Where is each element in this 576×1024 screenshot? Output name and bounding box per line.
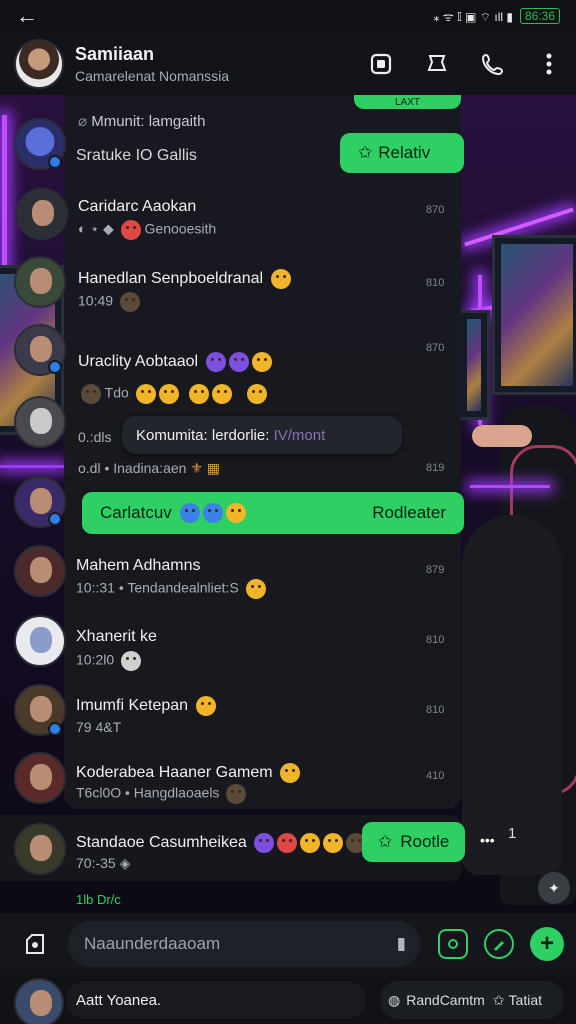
chat-title: Uraclity Aobtaaol xyxy=(78,352,272,372)
chat-subtitle: 70:-35 ◈ xyxy=(76,855,131,871)
status-icons: ⁎ ᯤ 𝕀 ▣ ⌔ ıll ▮ xyxy=(433,9,513,24)
relative-button[interactable]: ✩ Relativ xyxy=(340,133,464,173)
chat-title: Koderabea Haaner Gamem xyxy=(76,763,301,783)
message-input[interactable]: Naaunderdaaoam ▮ xyxy=(68,921,420,967)
chat-time: 810 xyxy=(426,704,445,716)
avatar[interactable] xyxy=(14,978,64,1024)
avatar[interactable] xyxy=(14,38,64,89)
mic-icon[interactable]: ▮ xyxy=(397,934,406,954)
pin-icon: ✩ xyxy=(358,143,373,162)
add-button[interactable]: + xyxy=(530,927,564,961)
bottom-bar: Aatt Yoanea. ◍ RandCamtm ✩ Tatiat xyxy=(0,975,576,1024)
chat-subtitle: o.dl • Inadina:aen ⚜ ▦ xyxy=(78,460,220,476)
contact-name[interactable]: Samiiaan xyxy=(75,44,229,65)
chat-title: Standaoe Casumheikea xyxy=(76,833,367,853)
avatar xyxy=(16,188,68,240)
chat-title: Hanedlan Senpboeldranal xyxy=(78,269,291,289)
list-item[interactable]: Koderabea Haaner Gamem T6cl0O • Hangdlao… xyxy=(0,750,576,818)
chat-subtitle: 10:49 xyxy=(78,292,140,312)
list-item[interactable]: Caridarc Aaokan ◐ ⋆ ◆ Genooesith 870 xyxy=(0,180,576,248)
chat-title: Caridarc Aaokan xyxy=(78,198,197,215)
edit-icon[interactable] xyxy=(484,929,514,959)
camera-icon[interactable] xyxy=(438,929,468,959)
bubble-text: LAXT xyxy=(394,96,420,108)
unread-count: 1 xyxy=(508,825,517,842)
scroll-down-icon[interactable]: ✦ xyxy=(538,872,570,904)
list-item[interactable]: Imumfi Ketepan 79 4&T 810 xyxy=(0,682,576,750)
chat-subtitle: T6cl0O • Hangdlaoaels xyxy=(76,784,247,804)
chat-time: 810 xyxy=(426,634,445,646)
avatar xyxy=(14,615,66,667)
phone-icon[interactable] xyxy=(480,51,506,77)
rootle-button[interactable]: ✩ Rootle xyxy=(362,822,465,862)
online-badge xyxy=(48,722,62,736)
chat-subtitle: 0.:dls xyxy=(78,429,112,445)
avatar xyxy=(14,545,66,597)
screen-share-icon[interactable] xyxy=(368,51,394,77)
chat-header: Samiiaan Camarelenat Nomanssia xyxy=(0,32,576,95)
pin-icon: ✩ xyxy=(492,991,505,1008)
online-badge xyxy=(48,155,62,169)
more-dots[interactable]: ••• xyxy=(480,832,495,848)
chat-time: 819 xyxy=(426,462,445,474)
chat-time: 879 xyxy=(426,564,445,576)
avatar xyxy=(14,752,66,804)
battery-indicator: 86:36 xyxy=(519,8,560,24)
bottom-action-chip[interactable]: ◍ RandCamtm ✩ Tatiat xyxy=(380,981,564,1019)
community-tooltip: Komumita: lerdorlie: IV/mont xyxy=(122,416,402,454)
chat-time: 870 xyxy=(426,204,445,216)
avatar xyxy=(14,256,66,308)
chat-subtitle: Sratuke IO Gallis xyxy=(76,147,197,164)
pin-icon: ✩ xyxy=(378,832,393,851)
message-bubble[interactable]: Carlatcuv Rodleater xyxy=(82,492,464,534)
bottom-user-chip[interactable]: Aatt Yoanea. xyxy=(66,981,366,1019)
list-item[interactable]: Uraclity Aobtaaol Tdo 870 xyxy=(0,322,576,404)
chat-subtitle: 10::31 • Tendandealnliet:S xyxy=(76,579,266,599)
back-arrow-icon[interactable]: ← xyxy=(16,3,38,29)
link-icon: ⌀ xyxy=(78,113,92,130)
contact-subtitle: Camarelenat Nomanssia xyxy=(75,67,230,84)
chat-time: 810 xyxy=(426,277,445,289)
chat-title: ⌀ Mmunit: lamgaith xyxy=(78,113,206,130)
list-item[interactable]: Hanedlan Senpboeldranal 10:49 810 xyxy=(0,250,576,318)
list-item[interactable]: Mahem Adhamns 10::31 • Tendandealnliet:S… xyxy=(0,542,576,610)
chat-subtitle: 10:2l0 xyxy=(76,651,142,671)
message-bubble-partial[interactable]: LAXT xyxy=(354,95,461,109)
chat-time: 870 xyxy=(426,342,445,354)
online-badge xyxy=(48,512,62,526)
list-item[interactable]: Xhanerit ke 10:2l0 810 xyxy=(0,612,576,680)
chat-title: Imumfi Ketepan xyxy=(76,696,216,716)
chat-time: 410 xyxy=(426,770,445,782)
chat-subtitle: 79 4&T xyxy=(76,719,122,735)
more-vert-icon[interactable] xyxy=(536,51,562,77)
online-badge xyxy=(48,360,62,374)
attach-icon[interactable] xyxy=(20,929,50,959)
footer-label: 1lb Dr/c xyxy=(76,892,121,907)
avatar xyxy=(14,396,66,448)
chat-title: Xhanerit ke xyxy=(76,628,157,645)
chat-title: Mahem Adhamns xyxy=(76,557,201,574)
group-icon[interactable] xyxy=(424,51,450,77)
message-input-bar: Naaunderdaaoam ▮ + xyxy=(0,913,576,975)
status-bar: ← ⁎ ᯤ 𝕀 ▣ ⌔ ıll ▮ 86:36 xyxy=(0,0,576,32)
chat-bubble-icon: ◍ xyxy=(388,991,401,1008)
list-item[interactable]: ⌀ Mmunit: lamgaith Sratuke IO Gallis xyxy=(0,110,576,178)
chat-subtitle: ◐ ⋆ ◆ Genooesith xyxy=(78,220,216,240)
avatar xyxy=(14,823,66,875)
